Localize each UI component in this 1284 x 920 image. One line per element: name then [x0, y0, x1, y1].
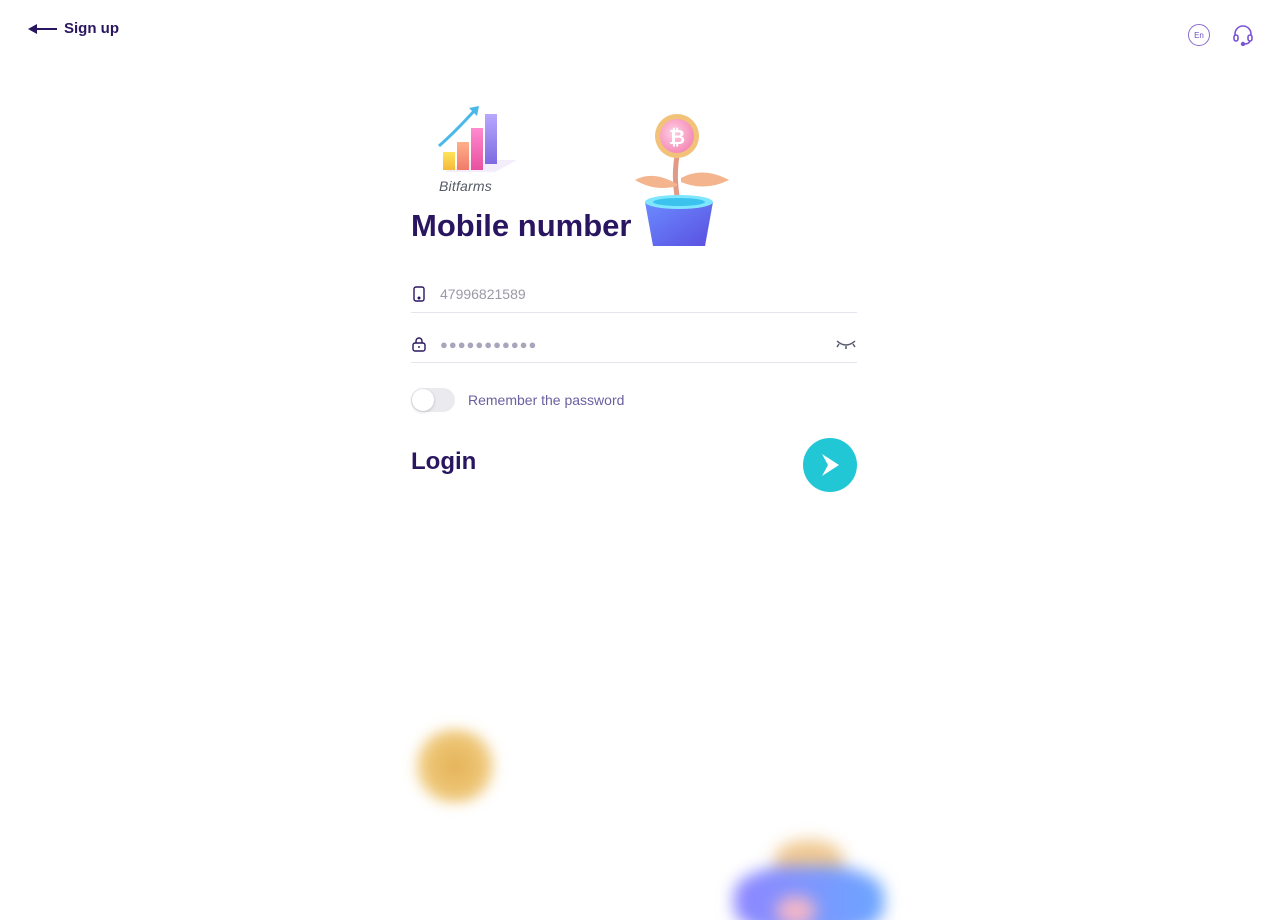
password-input[interactable]: ●●●●●●●●●●●	[440, 337, 835, 352]
sign-up-link[interactable]: Sign up	[28, 20, 119, 37]
remember-password-toggle[interactable]	[411, 388, 455, 412]
sign-up-label: Sign up	[64, 20, 119, 37]
remember-password-row: Remember the password	[411, 388, 624, 412]
eye-closed-icon[interactable]	[835, 338, 857, 350]
chevron-right-icon	[819, 452, 841, 478]
phone-input[interactable]	[440, 286, 857, 302]
toggle-knob	[412, 389, 434, 411]
phone-icon	[411, 286, 427, 302]
login-label: Login	[411, 448, 477, 475]
page-title: Mobile number	[411, 208, 632, 243]
svg-text:₿: ₿	[669, 125, 685, 149]
blurred-shape-decoration	[726, 840, 886, 920]
password-field: ●●●●●●●●●●●	[411, 326, 857, 363]
lock-icon	[411, 336, 427, 352]
logo-wordmark: Bitfarms	[439, 178, 492, 194]
blurred-coin-decoration	[412, 728, 498, 804]
phone-field	[411, 276, 857, 313]
remember-password-label: Remember the password	[468, 392, 625, 408]
login-submit-button[interactable]	[803, 438, 857, 492]
language-label: En	[1194, 30, 1204, 40]
language-button[interactable]: En	[1188, 24, 1210, 46]
arrow-left-icon	[28, 23, 58, 35]
customer-support-button[interactable]	[1232, 24, 1254, 46]
headset-icon	[1232, 24, 1254, 46]
coin-plant-illustration: ₿	[633, 110, 733, 246]
